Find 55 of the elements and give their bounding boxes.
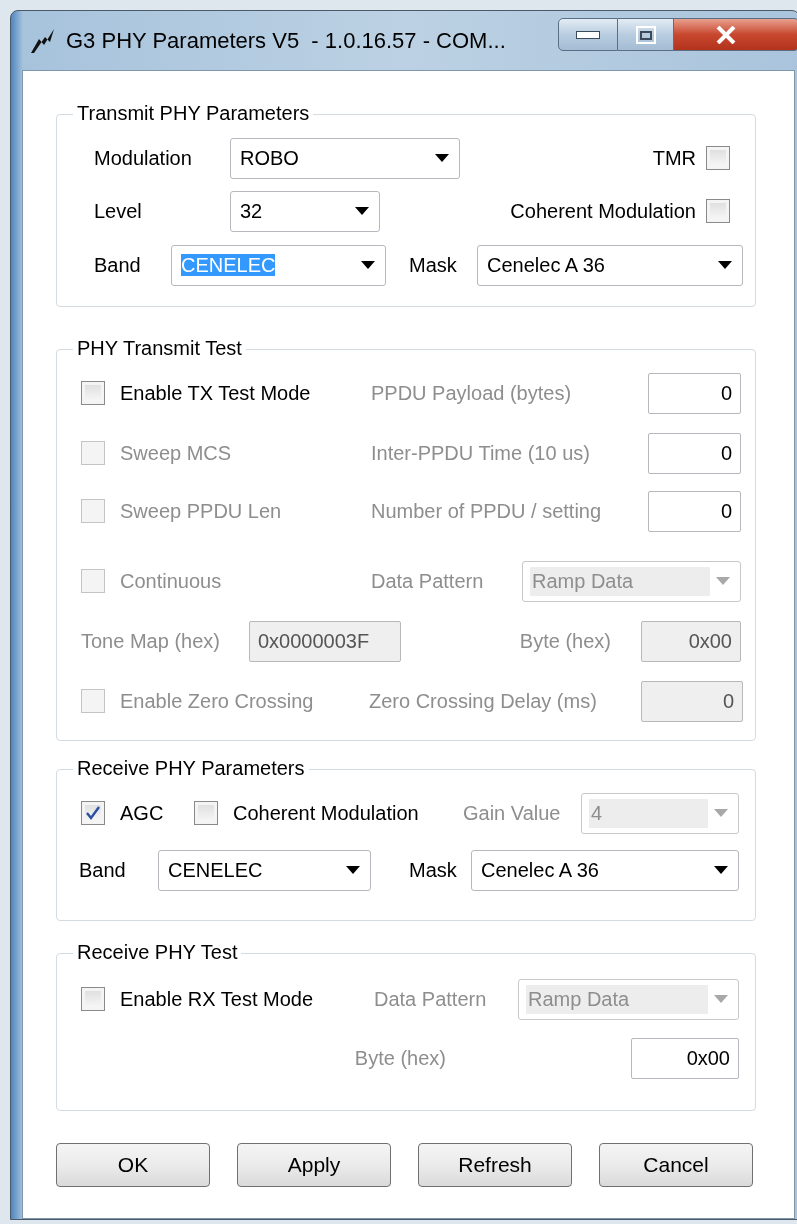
caret-icon [718, 261, 732, 269]
field-label: Data Pattern [374, 987, 487, 1011]
checkbox[interactable] [706, 199, 730, 223]
field-label: Gain Value [463, 801, 561, 825]
input-field[interactable]: 0x00 [631, 1037, 739, 1079]
field-label: Mask [409, 858, 457, 882]
field-label: Zero Crossing Delay (ms) [369, 689, 597, 713]
field-label: Inter-PPDU Time (10 us) [371, 441, 590, 465]
field-label: Data Pattern [371, 569, 484, 593]
dialog-button[interactable]: Refresh [418, 1143, 572, 1187]
field-label: Mask [409, 253, 457, 277]
caret-icon [355, 207, 369, 215]
caret-icon [361, 261, 375, 269]
checkbox[interactable]: Coherent Modulation [194, 801, 419, 825]
field-label: TMR [652, 146, 696, 170]
checkbox[interactable]: AGC [81, 801, 164, 825]
caret-icon [714, 995, 728, 1003]
field-label: Level [94, 199, 142, 223]
checkmark-icon [85, 805, 101, 821]
field-label: Modulation [94, 146, 192, 170]
dialog-button[interactable]: Cancel [599, 1143, 753, 1187]
dialog-button[interactable]: OK [56, 1143, 210, 1187]
input-field[interactable]: 0 [648, 432, 741, 474]
minimize-button[interactable] [558, 18, 618, 51]
input-field[interactable]: 0 [648, 372, 741, 414]
caret-icon [714, 809, 728, 817]
maximize-icon [635, 25, 656, 44]
maximize-button[interactable] [618, 18, 674, 51]
caret-icon [716, 577, 730, 585]
field-label: Byte (hex) [519, 629, 611, 653]
field-label: Byte (hex) [354, 1046, 446, 1070]
input-field[interactable]: 0 [648, 490, 741, 532]
dropdown[interactable]: 32 [230, 190, 380, 232]
dropdown[interactable]: Cenelec A 36 [477, 244, 743, 286]
caret-icon [346, 866, 360, 874]
minimize-icon [576, 30, 600, 39]
checkbox[interactable] [706, 146, 730, 170]
caret-icon [435, 154, 449, 162]
close-button[interactable] [674, 18, 797, 51]
checkbox[interactable]: Enable TX Test Mode [81, 381, 311, 405]
dropdown[interactable]: Cenelec A 36 [471, 849, 739, 891]
field-label: Number of PPDU / setting [371, 499, 602, 523]
checkbox[interactable]: Enable RX Test Mode [81, 987, 314, 1011]
field-label: Coherent Modulation [510, 199, 696, 223]
field-label: Band [79, 858, 126, 882]
dialog-button[interactable]: Apply [237, 1143, 391, 1187]
field-label: Band [94, 253, 141, 277]
caret-icon [714, 866, 728, 874]
field-label: PPDU Payload (bytes) [371, 381, 572, 405]
dropdown[interactable]: ROBO [230, 137, 460, 179]
dropdown[interactable]: CENELEC [158, 849, 371, 891]
field-label: Tone Map (hex) [81, 629, 220, 653]
close-icon [716, 25, 736, 44]
window-title: G3 PHY Parameters V5 - 1.0.16.57 - COM... [66, 27, 506, 54]
zigzag-icon [30, 27, 56, 54]
